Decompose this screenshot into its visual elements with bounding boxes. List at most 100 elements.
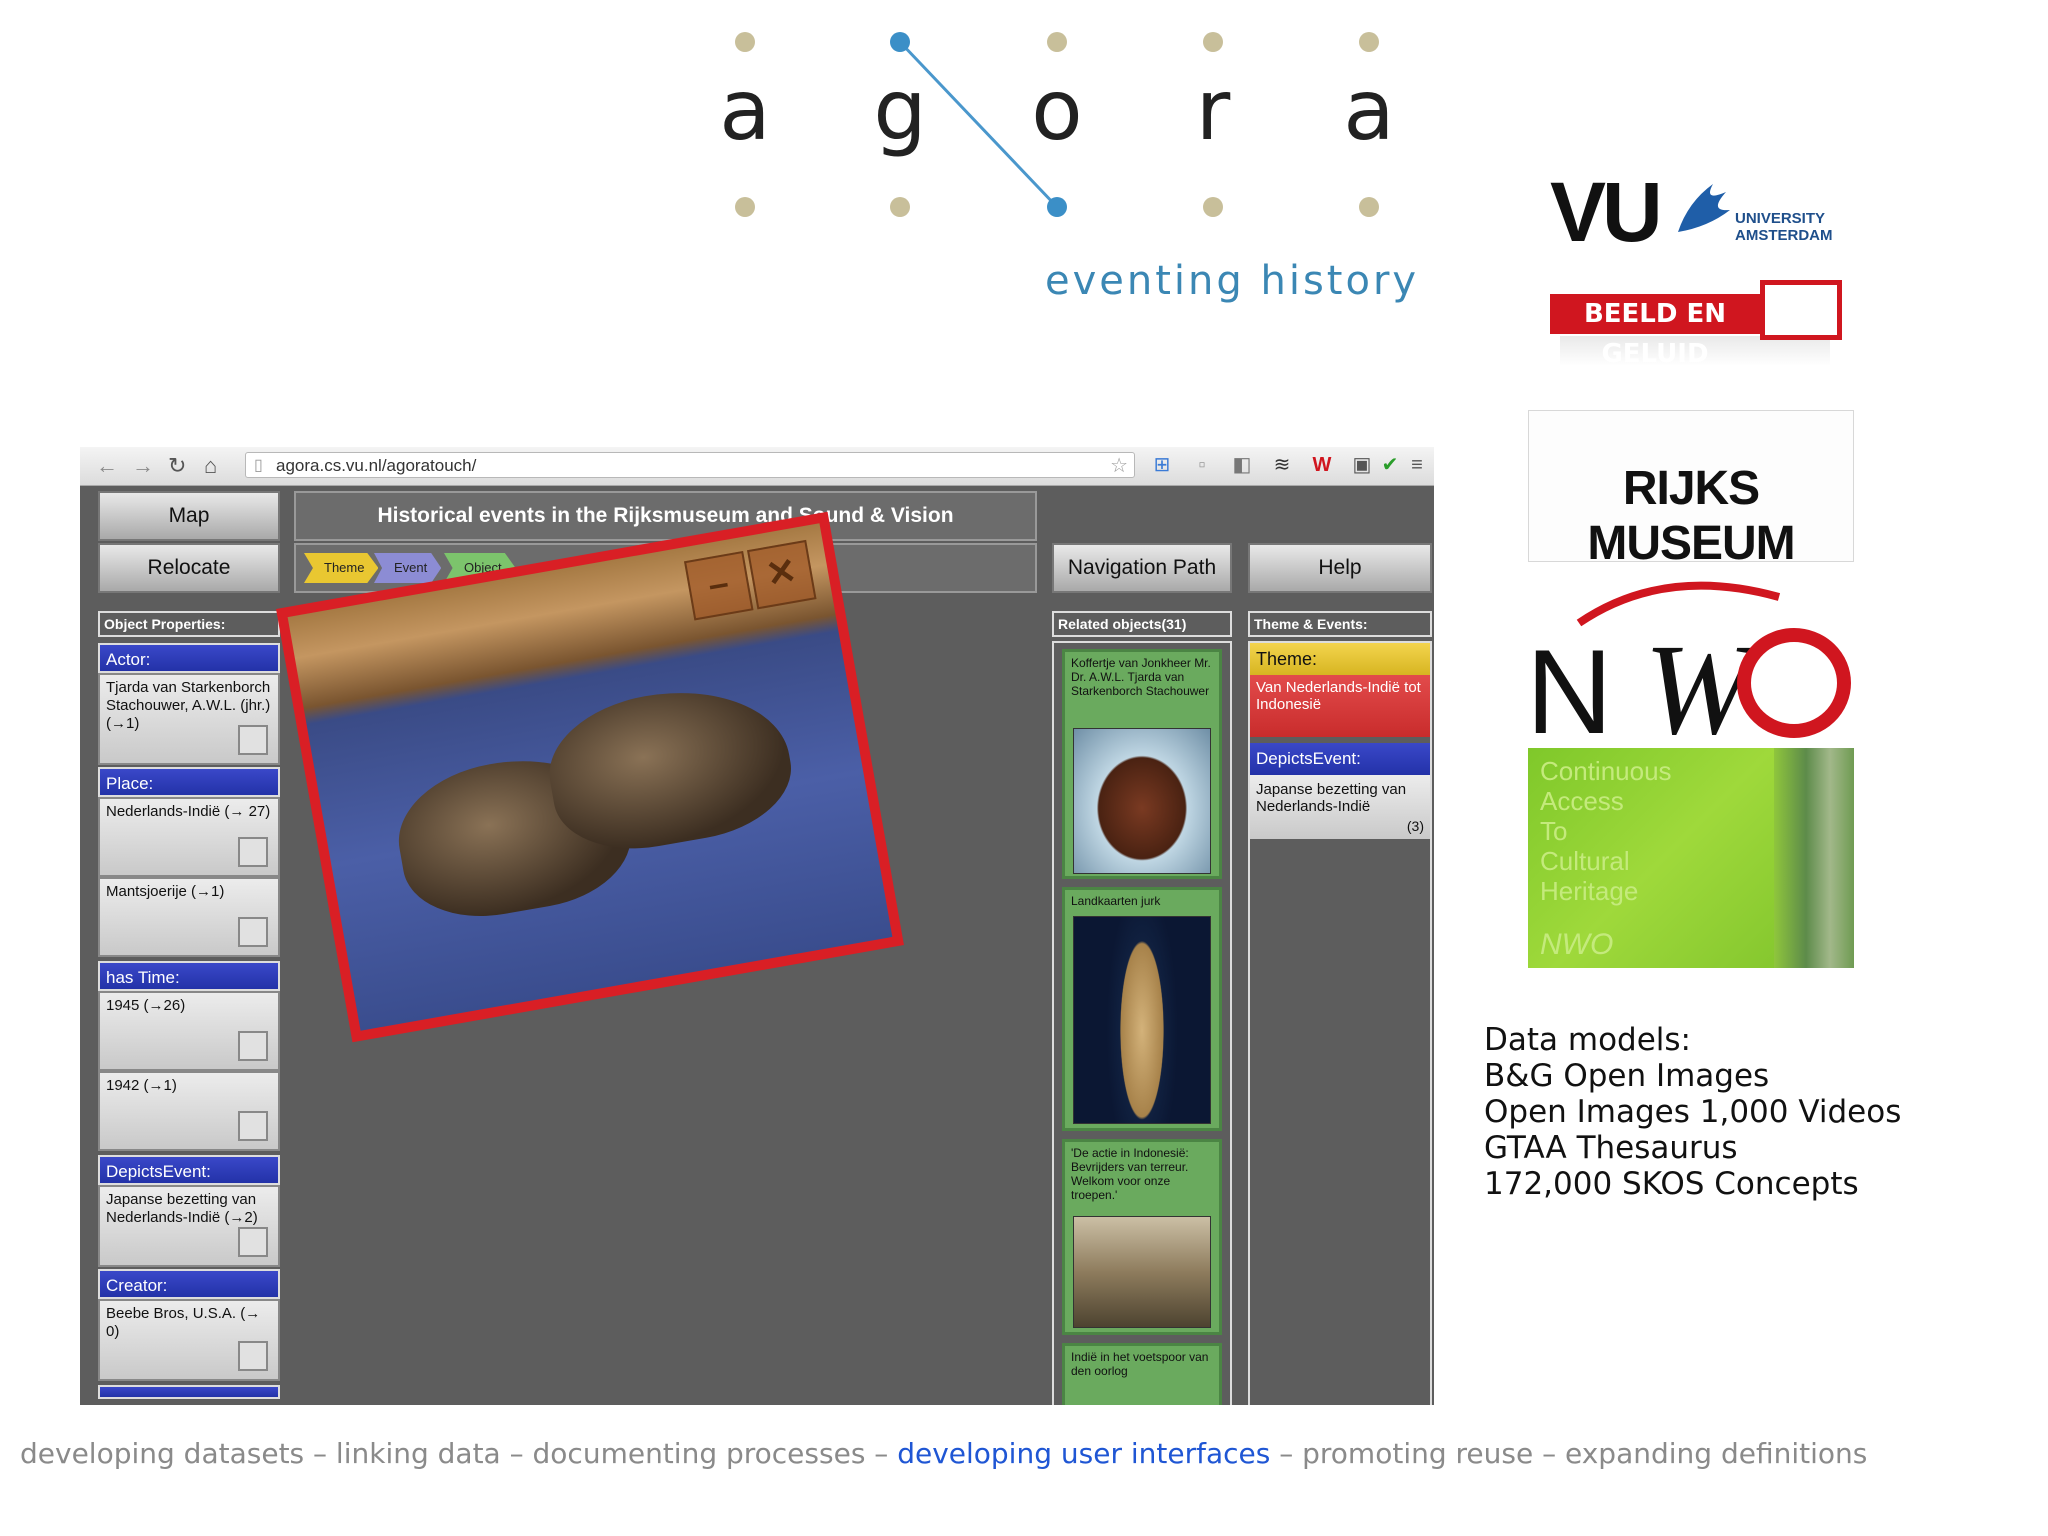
footer-text: – promoting reuse – expanding definition… xyxy=(1270,1437,1868,1470)
agora-tagline: eventing history xyxy=(1045,258,1420,304)
catch-line: Access xyxy=(1540,786,1624,816)
data-model-item: 172,000 SKOS Concepts xyxy=(1484,1166,1859,1202)
url-text: agora.cs.vu.nl/agoratouch/ xyxy=(276,456,477,475)
address-bar[interactable]: ▯ agora.cs.vu.nl/agoratouch/ ☆ xyxy=(245,452,1135,478)
theme-item[interactable]: Van Nederlands-Indië tot Indonesië xyxy=(1250,675,1430,737)
vu-logo: VU UNIVERSITY AMSTERDAM xyxy=(1550,170,1860,260)
shoe-shape xyxy=(538,673,801,863)
related-objects-panel[interactable]: Koffertje van Jonkheer Mr. Dr. A.W.L. Tj… xyxy=(1052,641,1232,1405)
star-icon[interactable]: ☆ xyxy=(1110,453,1128,478)
catch-programme-logo: Continuous Access To Cultural Heritage N… xyxy=(1528,748,1854,968)
svg-text:N: N xyxy=(1526,625,1613,745)
data-model-item: Open Images 1,000 Videos xyxy=(1484,1094,1902,1130)
theme-events-panel: Theme: Van Nederlands-Indië tot Indonesi… xyxy=(1248,641,1432,1405)
select-checkbox[interactable] xyxy=(238,837,268,867)
related-object-title: Indië in het voetspoor van den oorlog xyxy=(1071,1350,1209,1378)
griffin-icon xyxy=(1678,184,1730,232)
rijksmuseum-logo: RIJKS MUSEUM xyxy=(1528,410,1854,570)
historic-photo-image xyxy=(1073,1216,1211,1328)
forward-icon[interactable]: → xyxy=(132,453,154,479)
catch-line: To xyxy=(1540,816,1568,846)
select-checkbox[interactable] xyxy=(238,1111,268,1141)
browser-toolbar: ← → ↻ ⌂ ▯ agora.cs.vu.nl/agoratouch/ ☆ ⊞… xyxy=(80,447,1434,486)
property-value: 1942 (→1) xyxy=(106,1077,177,1094)
extension-icon[interactable]: ◧ xyxy=(1230,453,1254,477)
check-icon[interactable]: ✔ xyxy=(1378,453,1402,477)
select-checkbox[interactable] xyxy=(238,725,268,755)
property-item-place[interactable]: Mantsjoerije (→1) xyxy=(98,877,280,957)
agora-letter: o xyxy=(1031,61,1083,159)
agora-logo: a g o r a eventing history xyxy=(700,20,1420,310)
close-icon[interactable]: ✕ xyxy=(747,539,817,610)
vu-logo-subtitle: UNIVERSITY AMSTERDAM xyxy=(1735,210,1833,245)
select-checkbox[interactable] xyxy=(238,1031,268,1061)
agora-letter: a xyxy=(1343,61,1395,159)
select-checkbox[interactable] xyxy=(238,1227,268,1257)
agora-letter: r xyxy=(1195,61,1231,159)
object-photo[interactable]: – ✕ xyxy=(276,511,904,1043)
data-models-heading: Data models: xyxy=(1484,1022,1691,1058)
footer-text: developing datasets – linking data – doc… xyxy=(20,1437,898,1470)
property-value: Beebe Bros, U.S.A. (→ 0) xyxy=(106,1305,261,1340)
breadcrumb-theme[interactable]: Theme xyxy=(304,553,379,583)
place-category: Place: xyxy=(98,767,280,797)
event-item[interactable]: Japanse bezetting van Nederlands-Indië (3… xyxy=(1250,775,1430,839)
agora-dot xyxy=(890,32,910,52)
property-item-event[interactable]: Japanse bezetting van Nederlands-Indië (… xyxy=(98,1185,280,1267)
property-item-place[interactable]: Nederlands-Indië (→ 27) xyxy=(98,797,280,877)
property-item-time[interactable]: 1945 (→26) xyxy=(98,991,280,1071)
select-checkbox[interactable] xyxy=(238,917,268,947)
catch-line: Heritage xyxy=(1540,876,1639,906)
property-item-actor[interactable]: Tjarda van Starkenborch Stachouwer, A.W.… xyxy=(98,673,280,765)
related-objects-header: Related objects(31) xyxy=(1052,611,1232,637)
vu-logo-text: VU xyxy=(1550,165,1663,259)
help-button[interactable]: Help xyxy=(1248,543,1432,593)
agora-dot xyxy=(1203,32,1223,52)
menu-icon[interactable]: ≡ xyxy=(1405,453,1429,477)
catch-brand: NWO xyxy=(1540,928,1614,961)
browser-window: ← → ↻ ⌂ ▯ agora.cs.vu.nl/agoratouch/ ☆ ⊞… xyxy=(80,447,1434,1405)
vu-sub-line: UNIVERSITY xyxy=(1735,210,1826,227)
agora-dot xyxy=(735,197,755,217)
relocate-button[interactable]: Relocate xyxy=(98,543,280,593)
related-object-title: 'De actie in Indonesië: Bevrijders van t… xyxy=(1071,1146,1189,1202)
nwo-logo: N W xyxy=(1524,575,1860,762)
breadcrumb-event[interactable]: Event xyxy=(374,553,442,583)
theme-header: Theme: xyxy=(1250,643,1430,675)
property-value: 1945 (→26) xyxy=(106,997,186,1014)
home-icon[interactable]: ⌂ xyxy=(204,453,217,479)
catch-logo-text: Continuous Access To Cultural Heritage xyxy=(1540,756,1672,906)
suitcase-image xyxy=(1073,728,1211,874)
aerial-map-strip xyxy=(1774,748,1854,968)
related-object-card[interactable]: Koffertje van Jonkheer Mr. Dr. A.W.L. Tj… xyxy=(1062,649,1222,879)
event-count: (3) xyxy=(1406,818,1424,834)
object-properties-panel: Actor: Tjarda van Starkenborch Stachouwe… xyxy=(98,643,280,1405)
depicts-event-header: DepictsEvent: xyxy=(1250,743,1430,775)
property-item-time[interactable]: 1942 (→1) xyxy=(98,1071,280,1151)
related-object-card[interactable]: Indië in het voetspoor van den oorlog xyxy=(1062,1343,1222,1405)
agora-dot xyxy=(1047,32,1067,52)
select-checkbox[interactable] xyxy=(238,1341,268,1371)
data-model-item: B&G Open Images xyxy=(1484,1058,1770,1094)
agora-dot xyxy=(890,197,910,217)
related-object-card[interactable]: Landkaarten jurk xyxy=(1062,887,1222,1131)
extension-icon[interactable]: ▫ xyxy=(1190,453,1214,477)
related-object-card[interactable]: 'De actie in Indonesië: Bevrijders van t… xyxy=(1062,1139,1222,1335)
extension-icon[interactable]: W xyxy=(1310,453,1334,477)
beeld-logo-text: BEELD EN GELUID xyxy=(1550,294,1760,369)
related-object-title: Koffertje van Jonkheer Mr. Dr. A.W.L. Tj… xyxy=(1071,656,1211,698)
translate-icon[interactable]: ⊞ xyxy=(1150,453,1174,477)
back-icon[interactable]: ← xyxy=(96,453,118,479)
layers-icon[interactable]: ≋ xyxy=(1270,453,1294,477)
navigation-path-button[interactable]: Navigation Path xyxy=(1052,543,1232,593)
map-button[interactable]: Map xyxy=(98,491,280,541)
data-model-item: GTAA Thesaurus xyxy=(1484,1130,1738,1166)
minimize-icon[interactable]: – xyxy=(683,550,754,621)
event-category: DepictsEvent: xyxy=(98,1155,280,1185)
reload-icon[interactable]: ↻ xyxy=(168,453,186,479)
extension-icon[interactable]: ▣ xyxy=(1350,453,1374,477)
agora-dot xyxy=(1359,32,1379,52)
data-models-list: Data models: B&G Open Images Open Images… xyxy=(1484,1022,1901,1202)
beeld-en-geluid-logo: BEELD EN GELUID xyxy=(1550,274,1850,374)
property-item-creator[interactable]: Beebe Bros, U.S.A. (→ 0) xyxy=(98,1299,280,1381)
